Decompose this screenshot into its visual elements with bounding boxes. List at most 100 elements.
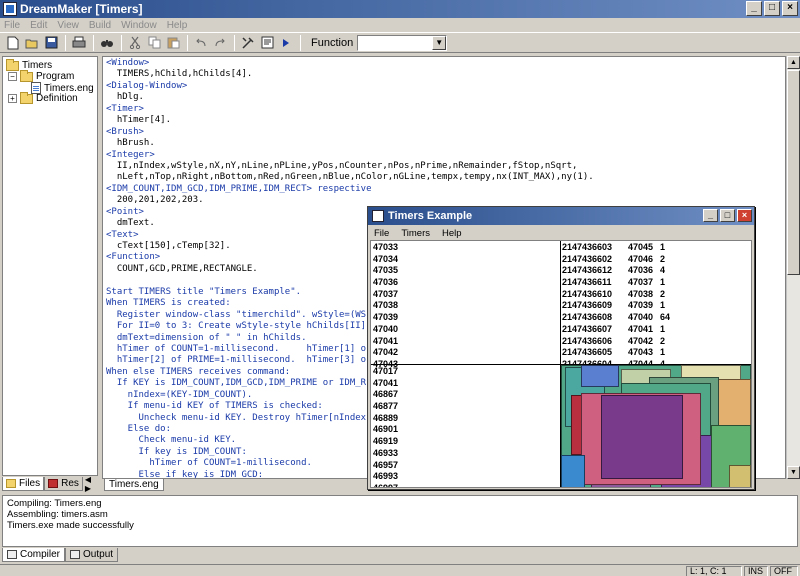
toolbar-separator: [187, 34, 188, 51]
tab-resources[interactable]: Res: [44, 477, 83, 491]
gcd-cell: 2: [660, 335, 666, 346]
toolbar: Function ▼: [0, 32, 800, 53]
menu-help[interactable]: Help: [442, 228, 462, 239]
minimize-button[interactable]: _: [746, 1, 762, 16]
app-titlebar: DreamMaker [Timers] _ □ ×: [0, 0, 800, 18]
tree-item-label: Timers.eng: [44, 82, 94, 94]
menu-build[interactable]: Build: [89, 20, 111, 31]
cut-icon[interactable]: [126, 34, 144, 52]
compile-icon[interactable]: [258, 34, 276, 52]
scroll-thumb[interactable]: [787, 70, 800, 275]
tab-compiler[interactable]: Compiler: [2, 548, 66, 562]
rectangle-pane: [561, 365, 751, 487]
gcd-cell: 47039: [628, 300, 654, 311]
gcd-cell: 2147436611: [562, 277, 612, 288]
random-rectangle: [729, 465, 751, 487]
count-pane: 47033 47034 47035 47036 47037 47038 47039 47040…: [371, 241, 561, 369]
scroll-down-icon[interactable]: ▼: [787, 466, 800, 479]
toolbar-separator: [65, 34, 66, 51]
redo-icon[interactable]: [211, 34, 229, 52]
folder-icon: [6, 479, 16, 488]
copy-icon[interactable]: [145, 34, 163, 52]
menu-help[interactable]: Help: [167, 20, 188, 31]
tab-output[interactable]: Output: [65, 548, 119, 562]
output-line: Compiling: Timers.eng: [7, 498, 102, 509]
print-icon[interactable]: [70, 34, 88, 52]
menu-file[interactable]: File: [4, 20, 20, 31]
vertical-scrollbar[interactable]: ▲ ▼: [786, 56, 800, 479]
tab-scroll-arrows[interactable]: ◀ ▶: [85, 475, 98, 493]
menubar: File Edit View Build Window Help: [0, 18, 800, 32]
output-icon: [70, 550, 81, 559]
prime-value: 46993: [373, 471, 399, 482]
gcd-cell: 2147436607: [562, 323, 613, 334]
app-icon: [3, 2, 17, 16]
prime-value: 47041: [373, 377, 399, 388]
timers-example-window[interactable]: Timers Example _ □ × File Timers Help 47…: [367, 206, 755, 490]
output-line: Timers.exe made successfully: [7, 520, 134, 531]
gcd-cell: 47042: [628, 335, 654, 346]
gcd-cell: 47038: [628, 288, 654, 299]
paste-icon[interactable]: [164, 34, 182, 52]
gcd-row: 2147436606 47042 2: [562, 336, 680, 348]
tree-item-program[interactable]: − Program: [8, 69, 75, 82]
folder-icon: [20, 91, 33, 104]
child-titlebar[interactable]: Timers Example _ □ ×: [368, 207, 754, 225]
tree-item-timers[interactable]: Timers: [6, 58, 52, 71]
gcd-row: 2147436607 47041 1: [562, 324, 680, 336]
gcd-cell: 2147436602: [562, 253, 613, 264]
tab-files[interactable]: Files: [2, 477, 45, 491]
menu-timers[interactable]: Timers: [401, 228, 430, 239]
minimize-button[interactable]: _: [703, 209, 718, 222]
new-file-icon[interactable]: [4, 34, 22, 52]
function-select[interactable]: ▼: [357, 34, 448, 51]
editor-tab-timers-eng[interactable]: Timers.eng: [104, 479, 164, 491]
build-icon[interactable]: [239, 34, 257, 52]
close-button[interactable]: ×: [782, 1, 798, 16]
count-value: 47038: [373, 300, 399, 311]
count-value: 47033: [373, 242, 399, 252]
resource-icon: [48, 479, 59, 488]
find-icon[interactable]: [98, 34, 116, 52]
tab-label: Output: [83, 549, 114, 560]
expand-icon[interactable]: +: [8, 94, 17, 103]
run-icon[interactable]: [277, 34, 295, 52]
gcd-cell: 2147436612: [562, 265, 613, 276]
count-value: 47034: [373, 253, 399, 264]
maximize-button[interactable]: □: [720, 209, 735, 222]
undo-icon[interactable]: [192, 34, 210, 52]
status-bar: L: 1, C: 1 INS OFF: [0, 564, 800, 576]
menu-view[interactable]: View: [57, 20, 79, 31]
app-title: DreamMaker [Timers]: [20, 2, 143, 16]
tree-item-definition[interactable]: + Definition: [8, 91, 78, 104]
open-folder-icon[interactable]: [23, 34, 41, 52]
count-value: 47042: [373, 347, 399, 358]
cursor-position: L: 1, C: 1: [686, 566, 742, 576]
folder-open-icon: [20, 69, 33, 82]
count-values: 47033 47034 47035 47036 47037 47038 47039 47040…: [373, 242, 398, 371]
menu-file[interactable]: File: [374, 228, 389, 239]
tree-item-label: Definition: [36, 93, 78, 104]
chevron-down-icon[interactable]: ▼: [432, 35, 447, 50]
code-line: <Timer>: [106, 103, 144, 114]
scroll-up-icon[interactable]: ▲: [787, 56, 800, 69]
count-value: 47041: [373, 335, 399, 346]
random-rectangle: [601, 395, 683, 479]
child-menubar: File Timers Help: [368, 226, 754, 240]
gcd-row: 2147436605 47043 1: [562, 347, 680, 359]
prime-values: 47017 47041 46867 46877 46889 46901 46919 46933…: [373, 366, 399, 487]
menu-edit[interactable]: Edit: [30, 20, 47, 31]
gcd-cell: 2147436605: [562, 347, 613, 358]
menu-window[interactable]: Window: [121, 20, 157, 31]
code-line: hTimer[4].: [106, 115, 172, 126]
save-icon[interactable]: [42, 34, 60, 52]
count-value: 47036: [373, 277, 399, 288]
gcd-row: 2147436608 47040 64: [562, 312, 680, 324]
maximize-button[interactable]: □: [764, 1, 780, 16]
code-line: <Brush>: [106, 126, 144, 137]
gcd-cell: 47040: [628, 312, 654, 323]
count-value: 47039: [373, 312, 399, 323]
close-button[interactable]: ×: [737, 209, 752, 222]
collapse-icon[interactable]: −: [8, 72, 17, 81]
tree-item-label: Program: [36, 71, 75, 82]
